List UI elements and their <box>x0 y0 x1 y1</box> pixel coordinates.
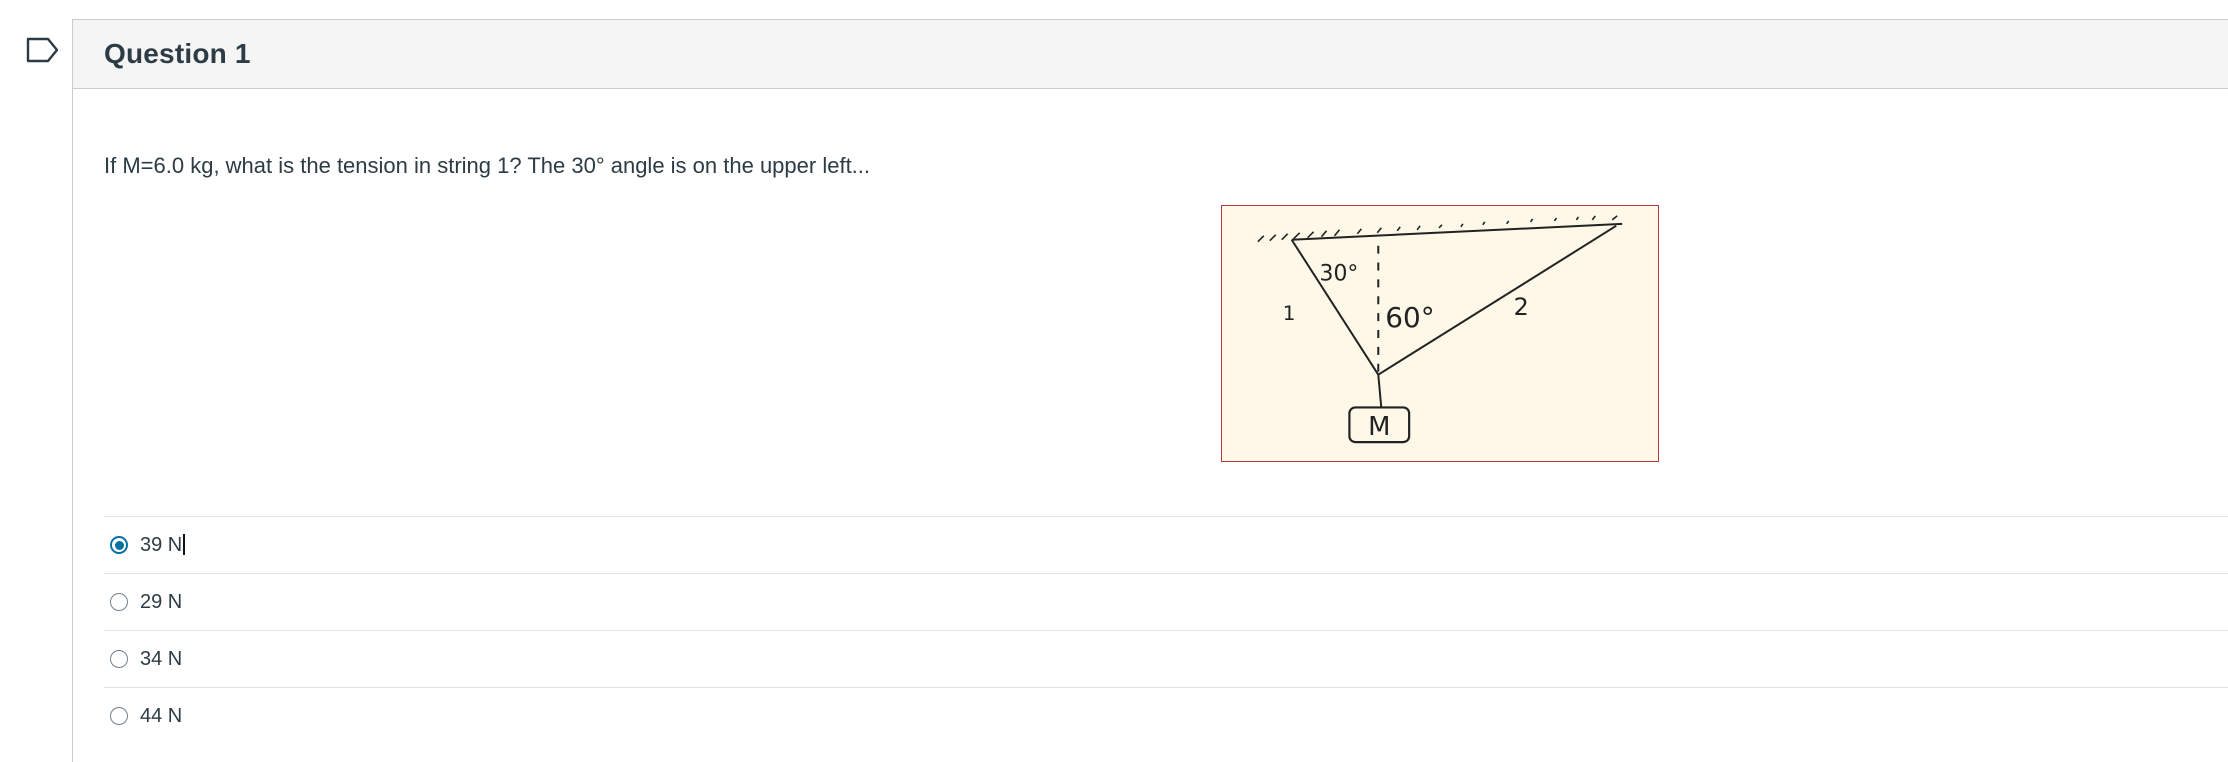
answer-option-label: 39 N <box>140 533 186 557</box>
answer-option-label: 44 N <box>140 704 183 727</box>
mass-label: M <box>1368 412 1390 442</box>
radio-unselected-icon[interactable] <box>110 650 128 668</box>
question-card: Question 1 If M=6.0 kg, what is the tens… <box>72 19 2228 762</box>
question-header: Question 1 <box>73 20 2228 89</box>
question-title: Question 1 <box>104 38 251 69</box>
answer-option-4[interactable]: 44 N <box>104 687 2228 744</box>
tension-diagram: M 30° 60° 1 2 <box>1257 215 1623 444</box>
radio-selected-icon[interactable] <box>110 536 128 554</box>
question-text: If M=6.0 kg, what is the tension in stri… <box>104 153 871 178</box>
string-1-label: 1 <box>1283 302 1296 325</box>
answer-option-label: 34 N <box>140 647 183 670</box>
answer-option-2[interactable]: 29 N <box>104 573 2228 630</box>
tension-diagram-image: M 30° 60° 1 2 <box>1221 205 1659 462</box>
answer-list: 39 N 29 N 34 N 44 N <box>104 516 2228 744</box>
answer-option-label: 29 N <box>140 590 183 613</box>
angle-60-label: 60° <box>1385 301 1434 334</box>
angle-30-label: 30° <box>1320 261 1359 286</box>
text-cursor <box>183 533 186 555</box>
string-2-label: 2 <box>1514 293 1529 321</box>
radio-unselected-icon[interactable] <box>110 593 128 611</box>
mass-rope <box>1377 374 1383 408</box>
string-1-line <box>1290 239 1380 376</box>
answer-option-1[interactable]: 39 N <box>104 516 2228 573</box>
radio-unselected-icon[interactable] <box>110 707 128 725</box>
flag-question-icon[interactable] <box>26 37 60 63</box>
ceiling-line <box>1291 222 1623 241</box>
answer-option-3[interactable]: 34 N <box>104 630 2228 687</box>
